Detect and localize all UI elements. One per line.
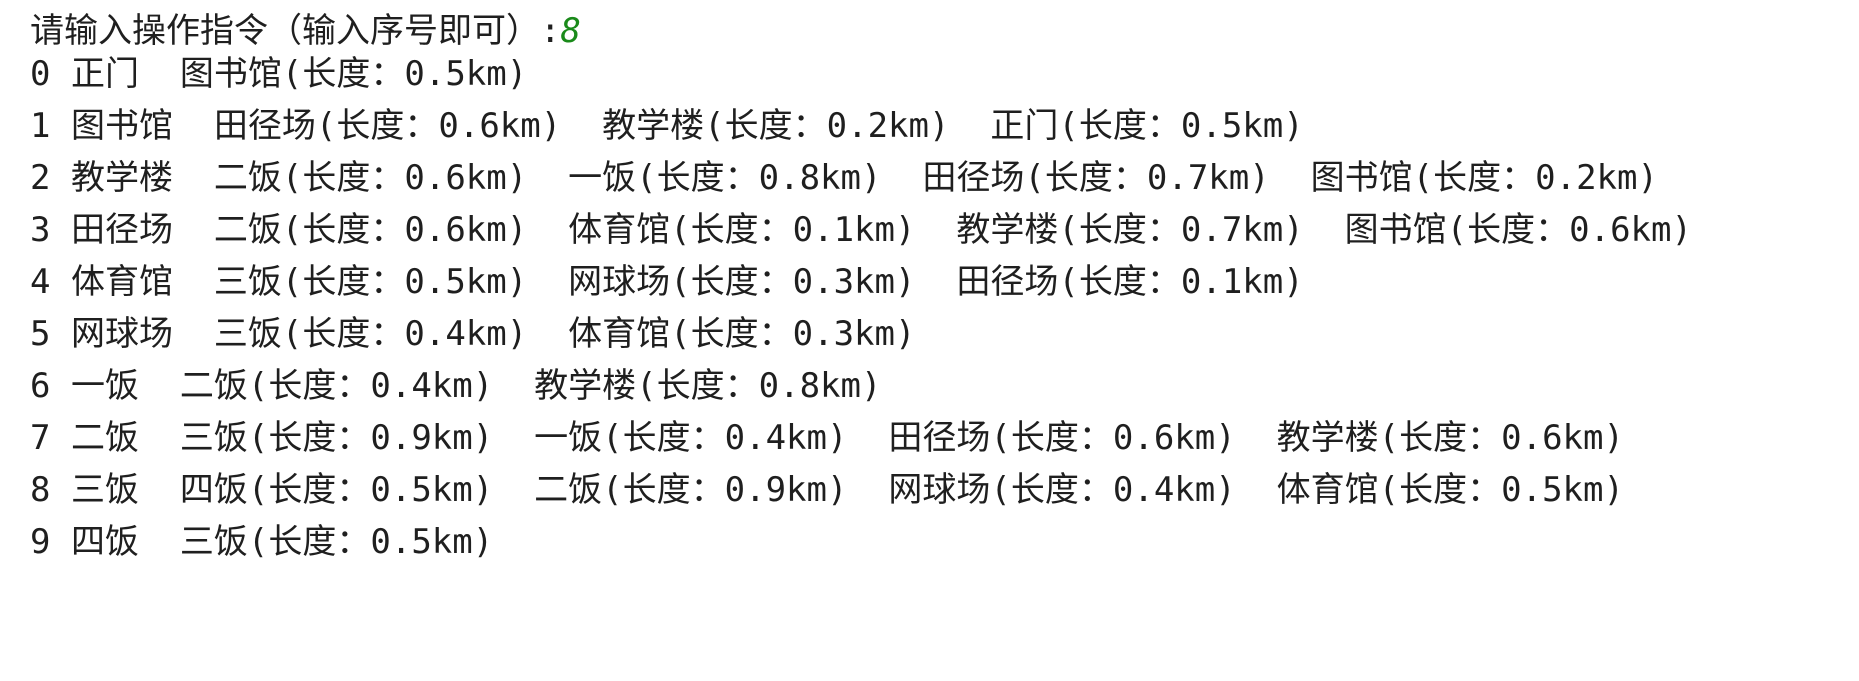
line-index: 7 bbox=[30, 418, 51, 458]
line-index: 2 bbox=[30, 158, 51, 198]
line-edge: 田径场(长度：0.6km) bbox=[213, 106, 562, 146]
line-node: 网球场 bbox=[70, 314, 173, 354]
user-input: 8 bbox=[560, 11, 581, 51]
line-edge: 三饭(长度：0.9km) bbox=[179, 418, 494, 458]
line-edge: 二饭(长度：0.9km) bbox=[534, 470, 848, 510]
line-edge: 教学楼(长度：0.8km) bbox=[534, 366, 882, 406]
line-edge: 三饭(长度：0.5km) bbox=[179, 522, 494, 562]
line-edge: 三饭(长度：0.5km) bbox=[213, 262, 528, 302]
line-edge: 一饭(长度：0.4km) bbox=[534, 418, 848, 458]
line-index: 3 bbox=[30, 210, 51, 250]
line-edge: 二饭(长度：0.4km) bbox=[179, 366, 494, 406]
console-output: 请输入操作指令（输入序号即可）:8 0 正门 图书馆(长度：0.5km) 1 图… bbox=[0, 0, 1859, 681]
line-index: 0 bbox=[30, 54, 51, 94]
line-edge: 田径场(长度：0.1km) bbox=[956, 262, 1304, 302]
line-edge: 体育馆(长度：0.1km) bbox=[568, 210, 916, 250]
line-index: 8 bbox=[30, 470, 51, 510]
line-edge: 图书馆(长度：0.2km) bbox=[1310, 158, 1658, 198]
line-edge: 教学楼(长度：0.7km) bbox=[956, 210, 1304, 250]
line-edge: 二饭(长度：0.6km) bbox=[213, 210, 528, 250]
line-index: 5 bbox=[30, 314, 51, 354]
line-node: 图书馆 bbox=[70, 106, 173, 146]
line-index: 1 bbox=[30, 106, 51, 146]
line-edge: 教学楼(长度：0.2km) bbox=[602, 106, 950, 146]
line-node: 二饭 bbox=[70, 418, 139, 458]
line-node: 教学楼 bbox=[70, 158, 173, 198]
line-index: 6 bbox=[30, 366, 51, 406]
adjacency-line-9: 9 四饭 三饭(长度：0.5km) bbox=[30, 511, 493, 573]
line-edge: 二饭(长度：0.6km) bbox=[213, 158, 528, 198]
line-edge: 网球场(长度：0.3km) bbox=[568, 262, 916, 302]
line-edge: 一饭(长度：0.8km) bbox=[568, 158, 882, 198]
line-edge: 网球场(长度：0.4km) bbox=[888, 470, 1236, 510]
line-index: 4 bbox=[30, 262, 51, 302]
line-edge: 田径场(长度：0.6km) bbox=[888, 418, 1236, 458]
line-edge: 田径场(长度：0.7km) bbox=[922, 158, 1270, 198]
line-edge: 体育馆(长度：0.3km) bbox=[568, 314, 916, 354]
line-edge: 正门(长度：0.5km) bbox=[990, 106, 1304, 146]
line-edge: 图书馆(长度：0.5km) bbox=[179, 54, 528, 94]
line-edge: 三饭(长度：0.4km) bbox=[213, 314, 528, 354]
line-edge: 教学楼(长度：0.6km) bbox=[1276, 418, 1624, 458]
line-edge: 体育馆(长度：0.5km) bbox=[1276, 470, 1624, 510]
line-node: 四饭 bbox=[70, 522, 139, 562]
line-node: 正门 bbox=[70, 54, 139, 94]
line-node: 一饭 bbox=[70, 366, 139, 406]
line-edge: 图书馆(长度：0.6km) bbox=[1344, 210, 1692, 250]
line-node: 三饭 bbox=[70, 470, 139, 510]
line-edge: 四饭(长度：0.5km) bbox=[179, 470, 494, 510]
line-node: 体育馆 bbox=[70, 262, 173, 302]
line-node: 田径场 bbox=[70, 210, 173, 250]
line-index: 9 bbox=[30, 522, 51, 562]
